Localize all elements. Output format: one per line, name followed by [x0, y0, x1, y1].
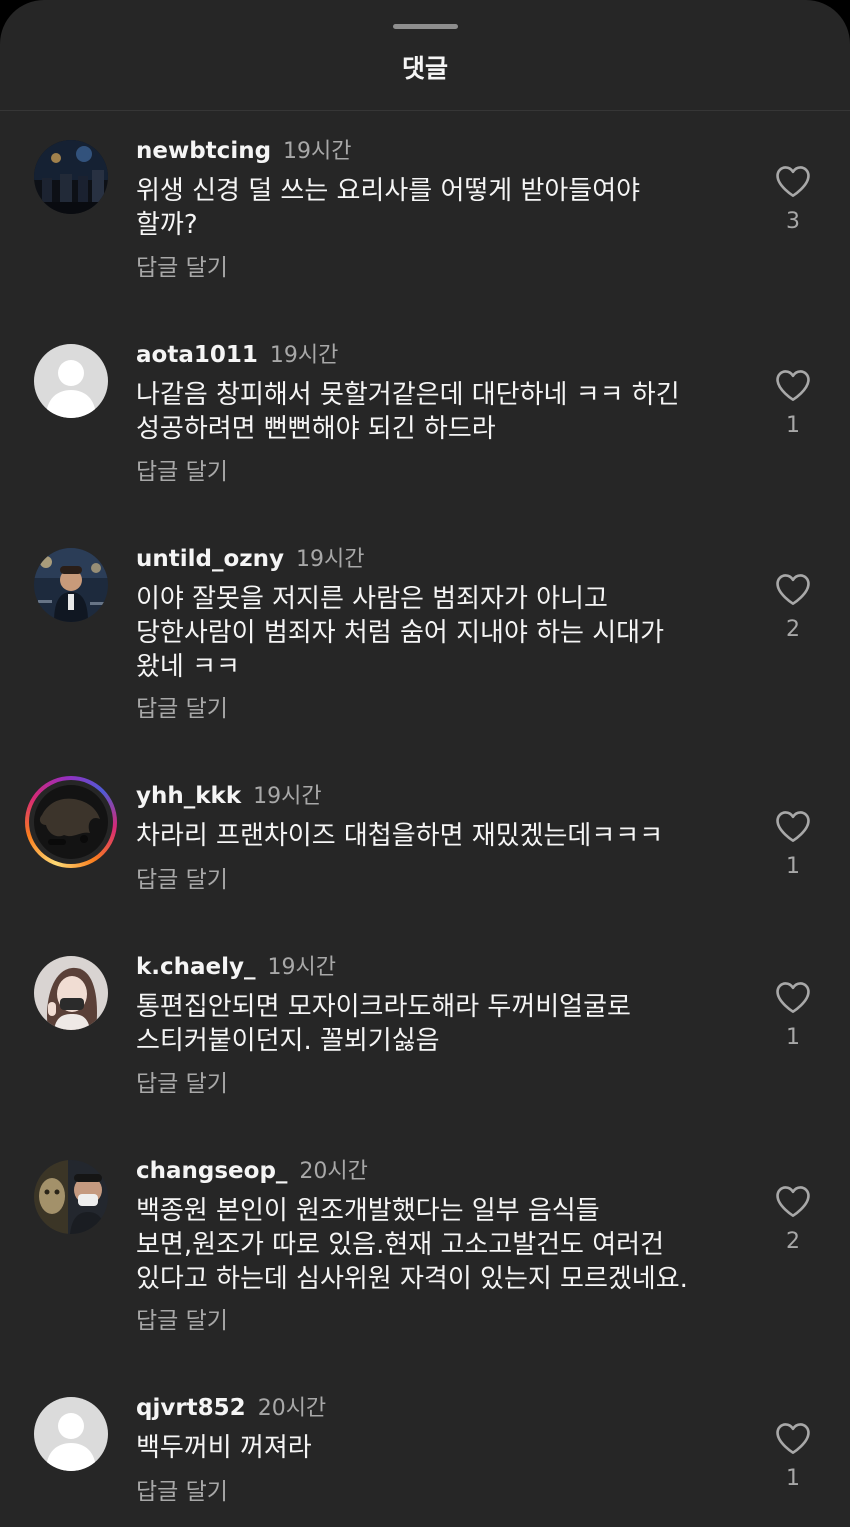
drag-handle[interactable]: [393, 24, 458, 29]
timestamp: 19시간: [269, 343, 339, 368]
reply-button[interactable]: 답글 달기: [136, 1069, 228, 1099]
username[interactable]: k.chaely_: [136, 954, 256, 980]
comment-meta: qjvrt852 20시간: [136, 1393, 326, 1423]
avatar[interactable]: [34, 548, 108, 622]
comment-text: 통편집안되면 모자이크라도해라 두꺼비얼굴로 스티커붙이던지. 꼴뵈기싫음: [136, 992, 631, 1056]
like-count: 1: [786, 1466, 800, 1491]
comment-text: 차라리 프랜차이즈 대첩을하면 재밌겠는데ㅋㅋㅋ: [136, 821, 664, 851]
comment-text: 나같음 창피해서 못할거같은데 대단하네 ㅋㅋ 하긴 성공하려면 뻔뻔해야 되긴…: [136, 380, 680, 444]
timestamp: 19시간: [267, 955, 337, 980]
comment-text: 백종원 본인이 원조개발했다는 일부 음식들 보면,원조가 따로 있음.현재 고…: [136, 1196, 688, 1294]
username[interactable]: changseop_: [136, 1158, 287, 1184]
reply-button[interactable]: 답글 달기: [136, 865, 228, 895]
heart-outline-icon[interactable]: [774, 809, 812, 843]
reply-button[interactable]: 답글 달기: [136, 694, 228, 724]
comment-meta: changseop_ 20시간: [136, 1156, 368, 1186]
like-count: 2: [786, 1229, 800, 1254]
comment-meta: newbtcing 19시간: [136, 136, 352, 166]
like-count: 1: [786, 1025, 800, 1050]
username[interactable]: aota1011: [136, 342, 258, 368]
avatar[interactable]: [25, 776, 117, 868]
reply-button[interactable]: 답글 달기: [136, 1306, 228, 1336]
heart-outline-icon[interactable]: [774, 980, 812, 1014]
reply-button[interactable]: 답글 달기: [136, 1477, 228, 1507]
timestamp: 20시간: [257, 1396, 327, 1421]
heart-outline-icon[interactable]: [774, 368, 812, 402]
sheet-title: 댓글: [401, 54, 448, 83]
comment-meta: k.chaely_ 19시간: [136, 952, 336, 982]
reply-button[interactable]: 답글 달기: [136, 253, 228, 283]
comment-meta: yhh_kkk 19시간: [136, 781, 322, 811]
timestamp: 19시간: [253, 784, 322, 809]
avatar[interactable]: [34, 956, 108, 1030]
username[interactable]: newbtcing: [136, 138, 271, 164]
heart-outline-icon[interactable]: [774, 1421, 812, 1455]
heart-outline-icon[interactable]: [774, 1184, 812, 1218]
username[interactable]: qjvrt852: [136, 1395, 246, 1421]
avatar[interactable]: [34, 344, 108, 418]
heart-outline-icon[interactable]: [774, 164, 812, 198]
username[interactable]: yhh_kkk: [136, 783, 241, 809]
username[interactable]: untild_ozny: [136, 546, 284, 572]
reply-button[interactable]: 답글 달기: [136, 457, 228, 487]
like-count: 1: [786, 854, 800, 879]
header-divider: [0, 110, 850, 111]
timestamp: 20시간: [299, 1159, 368, 1184]
comments-sheet: 댓글 newbtcing 19시간 위생 신경 덜 쓰는 요리사를 어떻게 받아들…: [0, 0, 850, 1527]
comment-text: 위생 신경 덜 쓰는 요리사를 어떻게 받아들여야 할까?: [136, 176, 641, 240]
like-count: 1: [786, 413, 800, 438]
like-count: 3: [786, 209, 800, 234]
heart-outline-icon[interactable]: [774, 572, 812, 606]
avatar[interactable]: [34, 140, 108, 214]
comment-text: 이야 잘못을 저지른 사람은 범죄자가 아니고 당한사람이 범죄자 처럼 숨어 …: [136, 584, 664, 682]
avatar[interactable]: [34, 1160, 108, 1234]
comment-meta: untild_ozny 19시간: [136, 544, 365, 574]
timestamp: 19시간: [283, 139, 352, 164]
like-count: 2: [786, 617, 800, 642]
avatar[interactable]: [34, 1397, 108, 1471]
comment-text: 백두꺼비 꺼져라: [136, 1433, 312, 1463]
timestamp: 19시간: [296, 547, 365, 572]
comment-meta: aota1011 19시간: [136, 340, 338, 370]
